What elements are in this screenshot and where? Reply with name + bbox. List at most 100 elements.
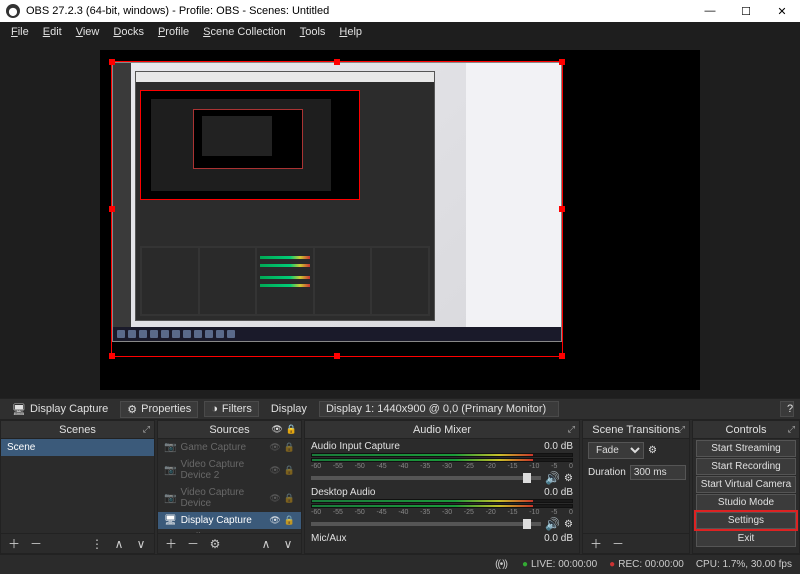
source-item[interactable]: 📷Video Capture Device 2👁🔒 [158, 456, 301, 484]
volume-slider[interactable] [311, 476, 541, 480]
remove-source-button[interactable]: － [184, 536, 202, 552]
studio-mode-button[interactable]: Studio Mode [696, 494, 796, 511]
sources-list[interactable]: 📷Game Capture👁🔒📷Video Capture Device 2👁🔒… [158, 439, 301, 533]
preview-canvas[interactable] [100, 50, 700, 390]
maximize-button[interactable]: ☐ [728, 0, 764, 22]
speaker-icon[interactable]: 🔊 [545, 471, 560, 485]
mixer-title: Audio Mixer ⤢ [305, 421, 579, 439]
close-button[interactable]: ✕ [764, 0, 800, 22]
scenes-title: Scenes ⤢ [1, 421, 154, 439]
controls-title-text: Controls [726, 424, 767, 436]
popout-icon[interactable]: ⤢ [788, 424, 795, 435]
sources-title-text: Sources [209, 424, 249, 436]
filters-icon: ◑ [211, 403, 218, 415]
start-streaming-button[interactable]: Start Streaming [696, 440, 796, 457]
transitions-dock: Scene Transitions ⤢ Fade ⚙ Duration ▴▾ ＋… [582, 420, 690, 554]
filters-button[interactable]: ◑ Filters [204, 401, 259, 417]
source-properties-button[interactable]: ⚙ [206, 536, 224, 552]
lock-icon[interactable]: 🔒 [284, 515, 295, 526]
controls-body: Start StreamingStart RecordingStart Virt… [693, 439, 799, 553]
display-label: Display [265, 402, 313, 416]
menu-help[interactable]: Help [332, 24, 369, 40]
sources-toolbar: ＋ － ⚙ ∧ ∨ [158, 533, 301, 553]
source-label: Video Capture Device [180, 487, 265, 509]
context-help-button[interactable]: ? [780, 401, 794, 417]
scene-item[interactable]: Scene [1, 439, 154, 456]
live-status: LIVE: 00:00:00 [522, 559, 597, 570]
lock-icon[interactable]: 🔒 [284, 465, 295, 476]
scene-filter-button[interactable]: ⋮ [88, 536, 106, 552]
transition-type-select[interactable]: Fade [588, 442, 644, 459]
eye-icon[interactable]: 👁 [269, 493, 280, 504]
menu-file[interactable]: File [4, 24, 36, 40]
exit-button[interactable]: Exit [696, 530, 796, 547]
gear-icon: ⚙ [127, 403, 137, 416]
eye-icon[interactable]: 👁 [269, 515, 280, 526]
add-scene-button[interactable]: ＋ [5, 536, 23, 552]
scenes-toolbar: ＋ － ⋮ ∧ ∨ [1, 533, 154, 553]
window-buttons: — ☐ ✕ [692, 0, 800, 22]
menu-docks[interactable]: Docks [106, 24, 151, 40]
title-bar: ⬤ OBS 27.2.3 (64-bit, windows) - Profile… [0, 0, 800, 22]
popout-icon[interactable]: ⤢ [568, 424, 575, 435]
volume-slider[interactable] [311, 522, 541, 526]
add-transition-button[interactable]: ＋ [587, 536, 605, 552]
app-icon: ⬤ [6, 4, 20, 18]
lock-icon: 🔒 [286, 424, 297, 435]
scene-down-button[interactable]: ∨ [132, 536, 150, 552]
display-icon: 🖥 [12, 403, 26, 416]
eye-icon[interactable]: 👁 [269, 442, 280, 453]
popout-icon[interactable]: ⤢ [143, 424, 150, 435]
source-item[interactable]: 🖥Display Capture👁🔒 [158, 512, 301, 529]
menu-tools[interactable]: Tools [293, 24, 333, 40]
mixer-channel: Audio Input Capture0.0 dB-60-55-50-45-40… [305, 439, 579, 485]
display-selector-value: Display 1: 1440x900 @ 0,0 (Primary Monit… [326, 403, 546, 415]
lock-icon[interactable]: 🔒 [284, 442, 295, 453]
transitions-title: Scene Transitions ⤢ [583, 421, 689, 439]
gear-icon[interactable]: ⚙ [648, 445, 657, 456]
start-virtual-camera-button[interactable]: Start Virtual Camera [696, 476, 796, 493]
source-down-button[interactable]: ∨ [279, 536, 297, 552]
menu-bar: FileEditViewDocksProfileScene Collection… [0, 22, 800, 42]
duration-input[interactable] [630, 465, 686, 480]
source-item[interactable]: 📷Video Capture Device👁🔒 [158, 484, 301, 512]
eye-icon: 👁 [271, 424, 282, 435]
gear-icon[interactable]: ⚙ [564, 519, 573, 530]
channel-level: 0.0 dB [544, 441, 573, 452]
scenes-dock: Scenes ⤢ Scene ＋ － ⋮ ∧ ∨ [0, 420, 155, 554]
popout-icon[interactable]: ⤢ [678, 424, 685, 435]
source-item[interactable]: 🎤Audio Input Capture👁🔒 [158, 529, 301, 533]
channel-name: Desktop Audio [311, 487, 376, 498]
gear-icon[interactable]: ⚙ [564, 473, 573, 484]
menu-scene-collection[interactable]: Scene Collection [196, 24, 293, 40]
remove-scene-button[interactable]: － [27, 536, 45, 552]
preview-area[interactable] [0, 42, 800, 398]
menu-profile[interactable]: Profile [151, 24, 196, 40]
minimize-button[interactable]: — [692, 0, 728, 22]
settings-button[interactable]: Settings [696, 512, 796, 529]
display-selector[interactable]: Display 1: 1440x900 @ 0,0 (Primary Monit… [319, 401, 559, 417]
scenes-list[interactable]: Scene [1, 439, 154, 533]
properties-label: Properties [141, 403, 191, 415]
menu-view[interactable]: View [69, 24, 107, 40]
start-recording-button[interactable]: Start Recording [696, 458, 796, 475]
lock-icon[interactable]: 🔒 [284, 493, 295, 504]
source-up-button[interactable]: ∧ [257, 536, 275, 552]
channel-level: 0.0 dB [544, 533, 573, 544]
menu-edit[interactable]: Edit [36, 24, 69, 40]
source-item[interactable]: 📷Game Capture👁🔒 [158, 439, 301, 456]
properties-button[interactable]: ⚙ Properties [120, 401, 198, 418]
source-type-icon: 🖥 [164, 515, 177, 526]
duration-label: Duration [588, 467, 626, 478]
add-source-button[interactable]: ＋ [162, 536, 180, 552]
eye-icon[interactable]: 👁 [269, 465, 280, 476]
source-selection[interactable] [111, 61, 563, 357]
mixer-title-text: Audio Mixer [413, 424, 471, 436]
source-label: Audio Input Capture [180, 532, 265, 533]
scene-up-button[interactable]: ∧ [110, 536, 128, 552]
remove-transition-button[interactable]: － [609, 536, 627, 552]
status-bar: LIVE: 00:00:00 REC: 00:00:00 CPU: 1.7%, … [0, 554, 800, 574]
rec-status: REC: 00:00:00 [609, 559, 684, 570]
source-label: Video Capture Device 2 [180, 459, 265, 481]
speaker-icon[interactable]: 🔊 [545, 517, 560, 531]
